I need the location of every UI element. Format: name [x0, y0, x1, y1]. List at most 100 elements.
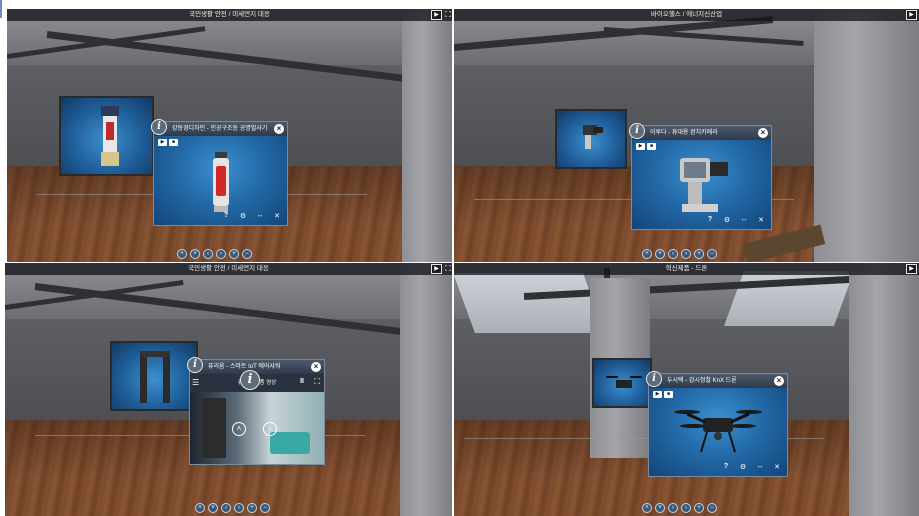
product-info-popup[interactable]: 두시텍 - 감시정찰 KnX 드론 i × ▶ ■ ? ⚙ ↔ ✕ [646, 371, 788, 477]
thermal-camera-product-image [680, 158, 728, 212]
viewer-panel-bio[interactable]: 바이오헬스 / 에너지신산업 ▶ 이루다 - 휴대용 완치카메라 i × ▶ ■… [454, 9, 919, 262]
panel-title-bar: 국민생활 안전 / 미세먼지 대응 [7, 9, 452, 21]
camera-icon[interactable]: ■ [169, 139, 178, 146]
drone-product-image [674, 410, 762, 453]
info-icon[interactable]: i [187, 357, 203, 373]
play-icon: ▶ [909, 12, 914, 18]
camera-nav-bar: ˄ ˅ ‹ › + − [195, 503, 270, 513]
play-icon[interactable]: ▶ [636, 143, 645, 150]
play-icon[interactable]: ▶ [653, 391, 662, 398]
play-button[interactable]: ▶ [431, 10, 442, 20]
thermal-camera-icon [583, 125, 603, 149]
product-video-popup[interactable]: 퓨리움 - 스마트 IoT 에어샤워 i × ☰ 퓨리움 제품 영상 II ⛶ … [187, 357, 325, 465]
popup-header: 강동경디자인 - 인공구조동 공명벌사기 [154, 122, 287, 136]
play-icon: ▶ [909, 266, 914, 272]
zoom-in-icon[interactable]: + [247, 503, 257, 513]
settings-icon[interactable]: ⚙ [739, 463, 747, 471]
exhibit-display-screen[interactable] [555, 109, 627, 169]
viewer-panel-dust-1[interactable]: 국민생활 안전 / 미세먼지 대응 ▶ ⛶ 강동경디자인 - 인공구조동 공명벌… [7, 9, 452, 262]
zoom-out-icon[interactable]: − [707, 503, 717, 513]
move-left-icon[interactable]: ‹ [203, 249, 213, 259]
video-sofa [270, 432, 310, 454]
help-icon[interactable]: ? [722, 463, 730, 471]
viewer-panel-dust-2[interactable]: 국민생활 안전 / 미세먼지 대응 ▶ ⛶ 퓨리움 - 스마트 IoT 에어샤워… [5, 263, 452, 516]
fullscreen-icon[interactable]: ⛶ [314, 377, 320, 387]
close-icon[interactable]: × [274, 124, 284, 134]
info-icon[interactable]: i [151, 119, 167, 135]
exhibit-display-screen[interactable] [592, 358, 652, 408]
move-up-icon[interactable]: ˄ [177, 249, 187, 259]
move-right-icon[interactable]: › [216, 249, 226, 259]
window-edge-marker [0, 0, 2, 18]
help-icon[interactable]: ? [706, 216, 714, 224]
zoom-out-icon[interactable]: − [242, 249, 252, 259]
chevron-up-icon[interactable]: ˄ [232, 422, 246, 436]
info-icon[interactable]: i [629, 123, 645, 139]
product-info-popup[interactable]: 강동경디자인 - 인공구조동 공명벌사기 i × ▶ ■ ? ⚙ ↔ ✕ [151, 119, 288, 226]
fullscreen-icon[interactable]: ⛶ [444, 10, 452, 20]
zoom-in-icon[interactable]: + [694, 249, 704, 259]
air-purifier-product-image [213, 152, 229, 212]
move-up-icon[interactable]: ˄ [642, 249, 652, 259]
pause-icon[interactable]: II [300, 378, 304, 385]
zoom-in-icon[interactable]: + [694, 503, 704, 513]
close-icon[interactable]: × [311, 362, 321, 372]
move-right-icon[interactable]: › [681, 249, 691, 259]
move-left-icon[interactable]: ‹ [668, 249, 678, 259]
resize-icon[interactable]: ↔ [740, 216, 748, 224]
move-up-icon[interactable]: ˄ [642, 503, 652, 513]
panel-title: 국민생활 안전 / 미세먼지 대응 [189, 11, 270, 18]
play-button[interactable]: ▶ [431, 264, 442, 274]
move-right-icon[interactable]: › [234, 503, 244, 513]
help-icon[interactable]: ? [222, 212, 230, 220]
air-shower-icon [140, 351, 170, 403]
move-left-icon[interactable]: ‹ [221, 503, 231, 513]
close-icon[interactable]: × [774, 376, 784, 386]
info-icon[interactable]: i [240, 370, 260, 390]
move-left-icon[interactable]: ‹ [668, 503, 678, 513]
panel-title: 혁신제품 - 드론 [665, 265, 708, 272]
play-icon[interactable]: ▶ [158, 139, 167, 146]
expand-icon[interactable]: ✕ [757, 216, 765, 224]
move-down-icon[interactable]: ˅ [655, 503, 665, 513]
resize-icon[interactable]: ↔ [756, 463, 764, 471]
camera-icon[interactable]: ■ [664, 391, 673, 398]
resize-icon[interactable]: ↔ [256, 212, 264, 220]
move-down-icon[interactable]: ˅ [208, 503, 218, 513]
move-right-icon[interactable]: › [681, 503, 691, 513]
panel-title-bar: 바이오헬스 / 에너지신산업 [454, 9, 919, 21]
exhibit-display-screen[interactable] [59, 96, 154, 176]
popup-header: 두시텍 - 감시정찰 KnX 드론 [649, 374, 787, 388]
fullscreen-icon[interactable]: ⛶ [444, 264, 452, 274]
move-up-icon[interactable]: ˄ [195, 503, 205, 513]
move-down-icon[interactable]: ˅ [190, 249, 200, 259]
move-down-icon[interactable]: ˅ [655, 249, 665, 259]
drone-icon [606, 376, 642, 388]
media-controls: ▶ ■ [636, 143, 656, 150]
viewer-panel-drone[interactable]: 혁신제품 - 드론 ▶ 두시텍 - 감시정찰 KnX 드론 i × ▶ ■ ? … [454, 263, 919, 516]
zoom-in-icon[interactable]: + [229, 249, 239, 259]
play-button[interactable]: ▶ [906, 264, 917, 274]
settings-icon[interactable]: ⚙ [723, 216, 731, 224]
exhibit-display-screen[interactable] [110, 341, 198, 411]
popup-toolbar: ? ⚙ ↔ ✕ [706, 216, 765, 224]
popup-title: 두시텍 - 감시정찰 KnX 드론 [667, 378, 737, 384]
popup-header: 이루다 - 휴대용 완치카메라 [632, 126, 771, 140]
chevron-right-icon[interactable]: › [263, 422, 277, 436]
zoom-out-icon[interactable]: − [260, 503, 270, 513]
expand-icon[interactable]: ✕ [773, 463, 781, 471]
play-button[interactable]: ▶ [906, 10, 917, 20]
media-controls: ▶ ■ [653, 391, 673, 398]
close-icon[interactable]: × [758, 128, 768, 138]
air-purifier-booth-icon [101, 106, 119, 166]
video-frame[interactable] [190, 392, 324, 464]
settings-icon[interactable]: ⚙ [239, 212, 247, 220]
expand-icon[interactable]: ✕ [273, 212, 281, 220]
video-air-shower [202, 398, 226, 458]
panel-title-bar: 혁신제품 - 드론 [454, 263, 919, 275]
panel-title-bar: 국민생활 안전 / 미세먼지 대응 [5, 263, 452, 275]
product-info-popup[interactable]: 이루다 - 휴대용 완치카메라 i × ▶ ■ ? ⚙ ↔ ✕ [629, 123, 772, 230]
zoom-out-icon[interactable]: − [707, 249, 717, 259]
info-icon[interactable]: i [646, 371, 662, 387]
camera-icon[interactable]: ■ [647, 143, 656, 150]
